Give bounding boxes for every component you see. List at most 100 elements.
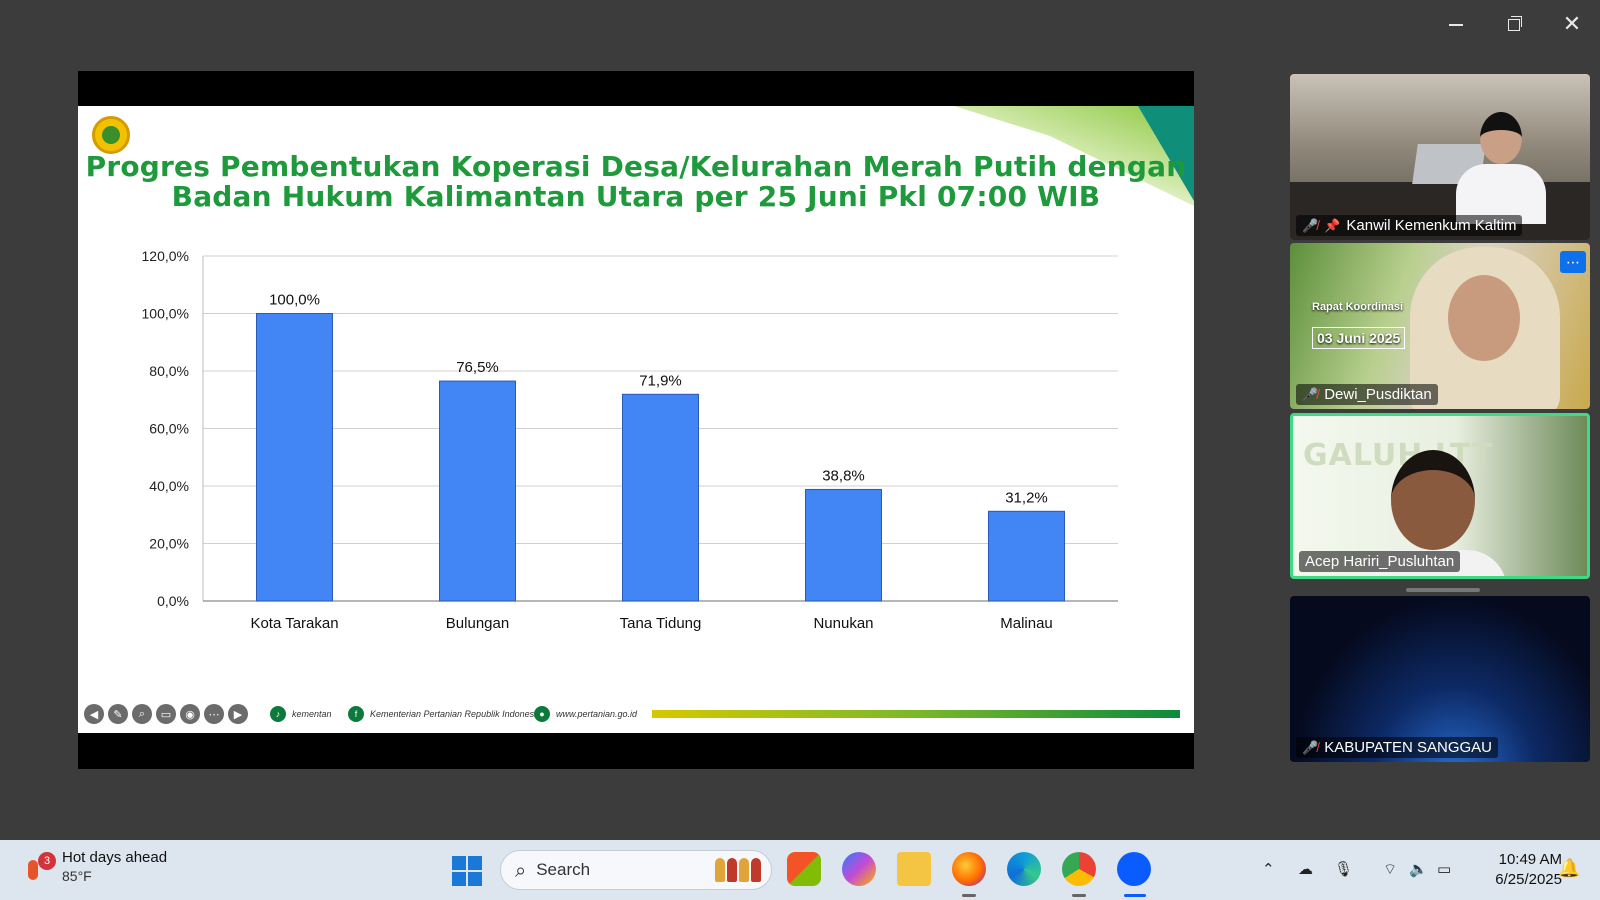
bar: [988, 510, 1065, 602]
chrome-icon[interactable]: [1062, 852, 1096, 886]
system-clock[interactable]: 10:49 AM 6/25/2025: [1470, 850, 1562, 890]
footer-color-bar: [652, 710, 1180, 718]
search-highlight-icon: [715, 858, 761, 882]
bar: [439, 380, 516, 602]
mic-muted-icon: 🎤̸: [1302, 386, 1319, 402]
battery-icon[interactable]: ▭: [1437, 860, 1451, 878]
participant-tile-4[interactable]: 🎤̸ KABUPATEN SANGGAU: [1290, 596, 1590, 762]
volume-icon[interactable]: 🔈: [1409, 860, 1428, 878]
participant-name-tag: Acep Hariri_Pusluhtan: [1299, 551, 1461, 572]
footer-tiktok-text: kementan: [292, 709, 332, 719]
restore-icon: [1508, 16, 1522, 31]
close-icon: ✕: [1562, 12, 1582, 37]
footer-facebook: f Kementerian Pertanian Republik Indones…: [348, 706, 541, 722]
slide-title-line2: Badan Hukum Kalimantan Utara per 25 Juni…: [171, 180, 1101, 213]
slide-footer: ◀ ✎ ⌕ ▭ ◉ ⋯ ▶ ♪ kementan f Kementerian P…: [78, 702, 1194, 726]
taskbar-search[interactable]: ⌕ Search: [500, 850, 772, 890]
close-button[interactable]: ✕: [1554, 10, 1590, 40]
slide-title-line1: Progres Pembentukan Koperasi Desa/Kelura…: [85, 150, 1187, 183]
facebook-icon: f: [348, 706, 364, 722]
more-options-icon[interactable]: ⋯: [1560, 251, 1586, 273]
participant-name-tag: 🎤̸ Dewi_Pusdiktan: [1296, 384, 1438, 405]
participant-name-tag: 🎤̸ 📌 Kanwil Kemenkum Kaltim: [1296, 215, 1523, 236]
virtual-background-text: Rapat Koordinasi 03 Juni 2025: [1312, 301, 1406, 349]
presentation-slide: Progres Pembentukan Koperasi Desa/Kelura…: [78, 106, 1194, 733]
bar: [256, 313, 333, 602]
edge-icon[interactable]: [1007, 852, 1041, 886]
x-tick-label: Nunukan: [813, 615, 873, 631]
minimize-icon: [1449, 24, 1463, 26]
y-tick-label: 100,0%: [142, 306, 189, 322]
data-label: 76,5%: [456, 359, 499, 376]
y-tick-label: 60,0%: [149, 421, 189, 437]
onedrive-icon[interactable]: ☁: [1298, 860, 1313, 878]
subtitles-icon[interactable]: ▭: [156, 704, 176, 724]
store-icon[interactable]: [787, 852, 821, 886]
x-tick-label: Bulungan: [446, 615, 509, 631]
y-tick-label: 40,0%: [149, 478, 189, 494]
participant-name: Dewi_Pusdiktan: [1324, 386, 1432, 403]
zoom-icon[interactable]: [1117, 852, 1151, 886]
data-label: 100,0%: [269, 292, 320, 309]
previous-slide-icon[interactable]: ◀: [84, 704, 104, 724]
x-tick-label: Kota Tarakan: [250, 615, 338, 631]
search-label: Search: [536, 860, 591, 879]
x-tick-label: Malinau: [1000, 615, 1053, 631]
web-icon: ●: [534, 706, 550, 722]
thermometer-icon: 3: [22, 852, 56, 882]
microphone-icon[interactable]: 🎙: [1334, 860, 1353, 878]
slide-title: Progres Pembentukan Koperasi Desa/Kelura…: [78, 152, 1194, 212]
footer-facebook-text: Kementerian Pertanian Republik Indonesia: [370, 709, 542, 719]
tiktok-icon: ♪: [270, 706, 286, 722]
windows-start-icon[interactable]: [452, 856, 482, 886]
clock-time: 10:49 AM: [1498, 851, 1562, 868]
footer-web: ● www.pertanian.go.id: [534, 706, 637, 722]
weather-widget[interactable]: 3 Hot days ahead 85°F: [22, 848, 167, 886]
participant-name: KABUPATEN SANGGAU: [1324, 739, 1492, 756]
next-slide-icon[interactable]: ▶: [228, 704, 248, 724]
ministry-logo: [92, 116, 130, 154]
zoom-active-indicator: [1124, 894, 1146, 897]
weather-badge: 3: [38, 852, 56, 870]
wifi-icon[interactable]: ⌔: [1383, 860, 1397, 879]
notifications-icon[interactable]: 🔔: [1558, 858, 1580, 879]
mic-muted-icon: 🎤̸: [1302, 217, 1319, 233]
bar: [622, 393, 699, 602]
participant-name: Kanwil Kemenkum Kaltim: [1346, 217, 1517, 234]
weather-title: Hot days ahead: [62, 849, 168, 866]
zoom-icon[interactable]: ⌕: [132, 704, 152, 724]
participant-tile-1[interactable]: 🎤̸ 📌 Kanwil Kemenkum Kaltim: [1290, 74, 1590, 240]
participant-person: [1456, 112, 1546, 224]
data-label: 31,2%: [1005, 489, 1048, 506]
x-tick-label: Tana Tidung: [620, 615, 702, 631]
slide-controls: ◀ ✎ ⌕ ▭ ◉ ⋯ ▶: [84, 704, 248, 724]
file-explorer-icon[interactable]: [897, 852, 931, 886]
pen-icon[interactable]: ✎: [108, 704, 128, 724]
participant-name-tag: 🎤̸ KABUPATEN SANGGAU: [1296, 737, 1498, 758]
firefox-running-indicator: [962, 894, 976, 897]
more-options-icon[interactable]: ⋯: [204, 704, 224, 724]
firefox-icon[interactable]: [952, 852, 986, 886]
copilot-icon[interactable]: [842, 852, 876, 886]
y-tick-label: 80,0%: [149, 363, 189, 379]
y-tick-label: 20,0%: [149, 536, 189, 552]
participant-tile-3-active-speaker[interactable]: GALUH LTT Acep Hariri_Pusluhtan: [1290, 413, 1590, 579]
weather-temp: 85°F: [62, 868, 92, 884]
bar-chart-svg: 0,0% 20,0% 40,0% 60,0% 80,0% 100,0% 120,0% 100,…: [142, 248, 1118, 632]
bar: [805, 488, 882, 602]
taskbar: 3 Hot days ahead 85°F ⌕ Search ⌃ ☁ 🎙 ⌔ 🔈…: [0, 840, 1600, 900]
participant-tile-2[interactable]: Rapat Koordinasi 03 Juni 2025 ⋯ 🎤̸ Dewi_…: [1290, 243, 1590, 409]
search-icon: ⌕: [515, 858, 527, 882]
footer-tiktok: ♪ kementan: [270, 706, 332, 722]
participant-name: Acep Hariri_Pusluhtan: [1305, 553, 1455, 570]
show-hidden-icons-chevron-icon[interactable]: ⌃: [1262, 860, 1275, 878]
minimize-button[interactable]: [1438, 10, 1474, 40]
camera-icon[interactable]: ◉: [180, 704, 200, 724]
restore-button[interactable]: [1496, 10, 1532, 40]
bar-chart: 0,0% 20,0% 40,0% 60,0% 80,0% 100,0% 120,0% 100,…: [118, 231, 1158, 632]
chrome-running-indicator: [1072, 894, 1086, 897]
gallery-resize-handle[interactable]: [1406, 588, 1480, 592]
y-tick-label: 0,0%: [157, 593, 189, 609]
y-tick-label: 120,0%: [142, 248, 189, 264]
data-label: 38,8%: [822, 467, 865, 484]
